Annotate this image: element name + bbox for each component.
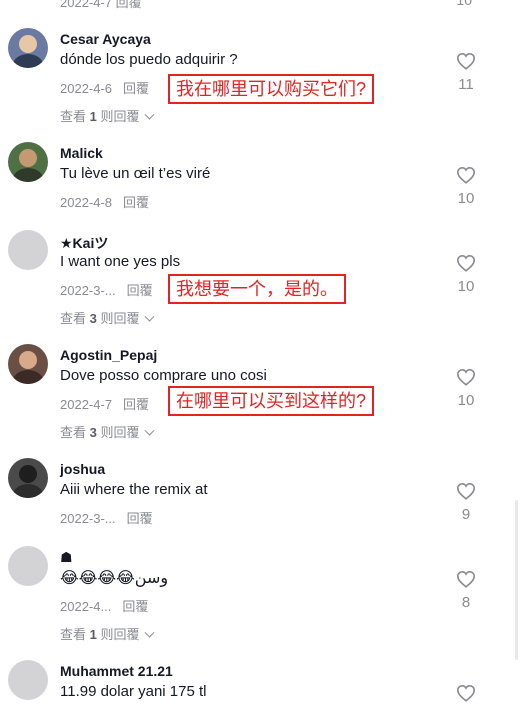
view-replies-button[interactable]: 查看 3 则回覆 bbox=[60, 308, 154, 327]
like-button[interactable]: 11 bbox=[454, 52, 478, 93]
heart-icon bbox=[456, 166, 476, 184]
username[interactable]: joshua bbox=[60, 461, 105, 477]
like-count: 10 bbox=[457, 392, 475, 409]
reply-count: 1 bbox=[89, 109, 97, 124]
avatar[interactable] bbox=[8, 344, 48, 384]
comment-text: dónde los puedo adquirir ? bbox=[60, 51, 238, 68]
heart-icon bbox=[456, 368, 476, 386]
like-button[interactable]: 8 bbox=[454, 570, 478, 611]
translation-annotation: 我想要一个，是的。 bbox=[168, 274, 346, 304]
heart-icon bbox=[456, 254, 476, 272]
comment-meta: 2022-3-... 回覆 bbox=[60, 280, 153, 299]
like-button[interactable]: 10 bbox=[454, 254, 478, 295]
username[interactable]: Cesar Aycaya bbox=[60, 31, 151, 47]
reply-count: 3 bbox=[89, 311, 97, 326]
reply-button[interactable]: 回覆 bbox=[122, 599, 148, 614]
comment-meta: 2022-4-7 回覆 bbox=[60, 394, 149, 413]
comment-text: I want one yes pls bbox=[60, 253, 181, 270]
comment-meta: 2022-4-8 回覆 bbox=[60, 192, 149, 211]
reply-count: 1 bbox=[89, 627, 97, 642]
view-replies-button[interactable]: 查看 1 则回覆 bbox=[60, 624, 154, 643]
chevron-down-icon bbox=[144, 627, 154, 638]
view-suffix: 则回覆 bbox=[100, 627, 140, 642]
like-button[interactable]: 9 bbox=[454, 482, 478, 523]
comment-date: 2022-3-... bbox=[60, 511, 116, 526]
comment-date: 2022-4-8 bbox=[60, 195, 113, 210]
like-count: 9 bbox=[461, 506, 471, 523]
reply-button[interactable]: 回覆 bbox=[127, 283, 153, 298]
comment-meta: 2022-4-6 回覆 bbox=[60, 78, 149, 97]
view-suffix: 则回覆 bbox=[100, 311, 140, 326]
translation-annotation: 在哪里可以买到这样的? bbox=[168, 386, 375, 416]
avatar[interactable] bbox=[8, 546, 48, 586]
avatar[interactable] bbox=[8, 142, 48, 182]
comment-text: Aiii where the remix at bbox=[60, 481, 208, 498]
avatar[interactable] bbox=[8, 230, 48, 270]
comment-date: 2022-3-... bbox=[60, 283, 116, 298]
view-suffix: 则回覆 bbox=[100, 109, 140, 124]
comment-text: Tu lève un œil t’es viré bbox=[60, 165, 211, 182]
avatar[interactable] bbox=[8, 28, 48, 68]
reply-button[interactable]: 回覆 bbox=[127, 511, 153, 526]
reply-count: 3 bbox=[89, 425, 97, 440]
heart-icon bbox=[456, 570, 476, 588]
view-prefix: 查看 bbox=[60, 109, 87, 124]
reply-button[interactable]: 回覆 bbox=[123, 397, 149, 412]
avatar[interactable] bbox=[8, 458, 48, 498]
comment-meta: 2022-3-... 回覆 bbox=[60, 508, 153, 527]
like-count: 10 bbox=[457, 190, 475, 207]
previous-comment-meta: 2022-4-7 回覆 bbox=[60, 0, 142, 10]
translation-annotation: 我在哪里可以购买它们? bbox=[168, 74, 375, 104]
heart-icon bbox=[456, 52, 476, 70]
view-prefix: 查看 bbox=[60, 627, 87, 642]
avatar[interactable] bbox=[8, 660, 48, 700]
view-prefix: 查看 bbox=[60, 425, 87, 440]
comment-meta: 2022-4... 回覆 bbox=[60, 596, 148, 615]
heart-icon bbox=[456, 684, 476, 702]
comment-date: 2022-4-7 bbox=[60, 397, 113, 412]
username[interactable]: ☗ bbox=[60, 549, 73, 566]
chevron-down-icon bbox=[144, 109, 154, 120]
comment-text: 😂😂😂😂وسن bbox=[60, 570, 169, 587]
view-replies-button[interactable]: 查看 1 则回覆 bbox=[60, 106, 154, 125]
comment-date: 2022-4... bbox=[60, 599, 112, 614]
comment-date: 2022-4-6 bbox=[60, 81, 113, 96]
like-button[interactable]: 10 bbox=[454, 166, 478, 207]
like-button[interactable]: 10 bbox=[454, 368, 478, 409]
view-prefix: 查看 bbox=[60, 311, 87, 326]
username[interactable]: Malick bbox=[60, 145, 103, 161]
scrollbar[interactable] bbox=[515, 500, 518, 660]
heart-icon bbox=[456, 482, 476, 500]
comment-text: 11.99 dolar yani 175 tl bbox=[60, 683, 207, 700]
like-count: 10 bbox=[457, 278, 475, 295]
username[interactable]: ★Kaiツ bbox=[60, 233, 108, 253]
previous-like-count: 10 bbox=[456, 0, 472, 8]
reply-button[interactable]: 回覆 bbox=[123, 81, 149, 96]
chevron-down-icon bbox=[144, 425, 154, 436]
username[interactable]: Agostin_Pepaj bbox=[60, 347, 157, 363]
comment-text: Dove posso comprare uno cosi bbox=[60, 367, 267, 384]
view-suffix: 则回覆 bbox=[100, 425, 140, 440]
username[interactable]: Muhammet 21.21 bbox=[60, 663, 173, 679]
view-replies-button[interactable]: 查看 3 则回覆 bbox=[60, 422, 154, 441]
like-button[interactable] bbox=[454, 684, 478, 702]
chevron-down-icon bbox=[144, 311, 154, 322]
like-count: 11 bbox=[458, 76, 474, 93]
reply-button[interactable]: 回覆 bbox=[123, 195, 149, 210]
like-count: 8 bbox=[461, 594, 471, 611]
